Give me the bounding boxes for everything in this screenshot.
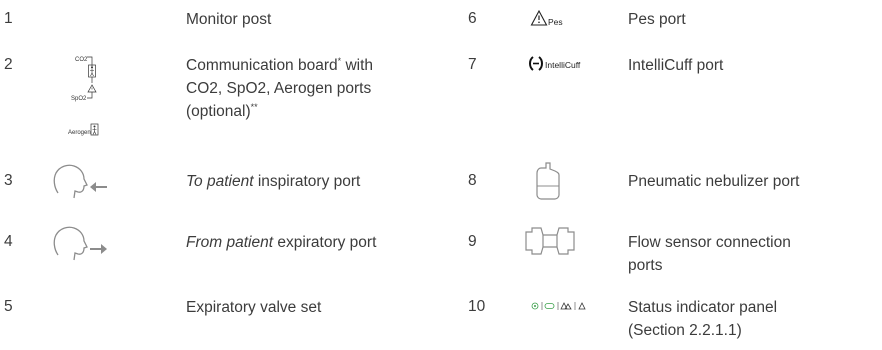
description-line: CO2, SpO2, Aerogen ports [186,80,372,97]
description-line: Communication board [186,57,338,74]
item-description: To patient inspiratory port [186,170,360,193]
item-description: Pneumatic nebulizer port [628,173,800,190]
description-line: Flow sensor connection [628,234,791,251]
item-number: 3 [4,172,13,189]
item-description: Pes port [628,11,686,28]
item-number: 2 [4,56,13,73]
item-description: Monitor post [186,11,272,28]
description-line: with [341,57,374,74]
description-line: expiratory port [273,234,377,251]
pes-port-icon: Pes [530,8,580,35]
item-number: 7 [468,56,477,73]
italic-prefix: From patient [186,234,274,251]
spo2-label: SpO2 [71,96,87,102]
item-description: Communication board* with CO2, SpO2, Aer… [186,54,373,123]
pes-label: Pes [548,17,563,27]
item-number: 6 [468,10,477,27]
expiratory-port-icon [52,225,122,270]
item-description: IntelliCuff port [628,57,724,74]
item-description: Flow sensor connection ports [628,231,791,277]
nebulizer-icon [528,160,568,207]
item-description: Expiratory valve set [186,299,322,316]
communication-board-icon: CO2 SpO2 Aerogen [68,54,118,154]
item-number: 1 [4,10,13,27]
item-number: 10 [468,298,486,315]
item-number: 4 [4,233,13,250]
item-number: 5 [4,298,13,315]
description-line: (optional) [186,103,251,120]
description-line: inspiratory port [253,173,361,190]
item-description: Status indicator panel (Section 2.2.1.1) [628,296,777,342]
intellicuff-port-icon: IntelliCuff [528,55,598,80]
item-number: 9 [468,233,477,250]
flow-sensor-icon [522,223,578,264]
description-line: (Section 2.2.1.1) [628,322,742,339]
item-number: 8 [468,172,477,189]
item-description: From patient expiratory port [186,231,376,254]
italic-prefix: To patient [186,173,254,190]
inspiratory-port-icon [52,163,122,208]
status-indicator-icon [530,298,590,319]
aerogen-label: Aerogen [68,130,91,136]
footnote-mark: ** [250,101,258,112]
description-line: ports [628,257,663,274]
intellicuff-label: IntelliCuff [545,60,581,70]
description-line: Status indicator panel [628,299,778,316]
co2-label: CO2 [75,57,88,63]
